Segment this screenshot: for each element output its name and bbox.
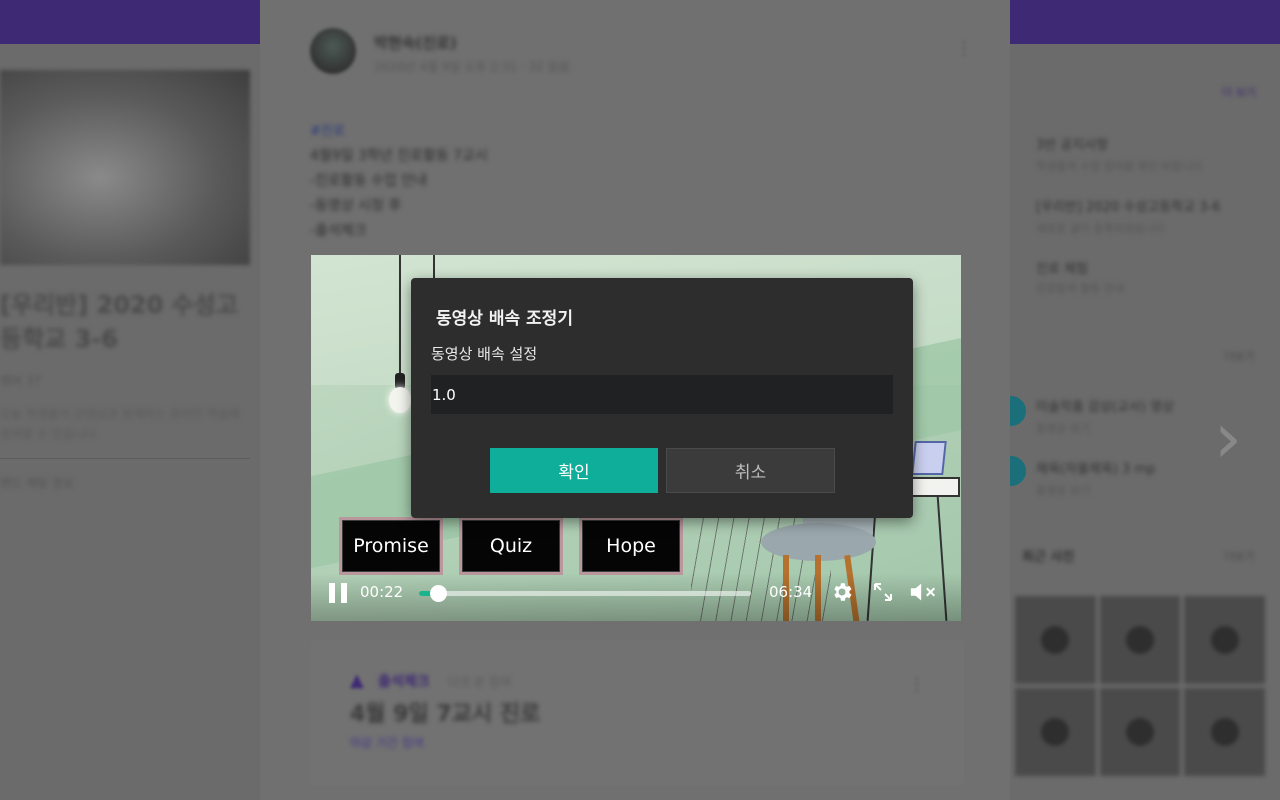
attendance-label: 출석체크 [378,674,430,690]
pause-icon[interactable] [329,583,347,603]
post-line: 4월9일 3학년 진로활동 7교시 [310,148,488,164]
right-item-sub: 진로탐색 활동 안내 [1036,282,1124,295]
more-options-icon[interactable]: ⋮ [908,674,926,695]
seek-handle[interactable] [429,585,447,602]
right-item-title[interactable]: 3반 공지사항 [1036,134,1108,153]
video-button-promise[interactable]: Promise [339,517,443,575]
gear-icon[interactable] [827,577,857,607]
more-options-icon[interactable]: ⋮ [955,38,973,59]
right-video-sub: 동영상 보기 [1036,422,1091,435]
chevron-right-icon[interactable]: › [1214,403,1242,473]
seek-bar[interactable] [419,585,751,602]
mute-icon[interactable] [909,577,939,607]
fullscreen-icon[interactable] [868,577,898,607]
right-video-title[interactable]: 미술작품 감상(교사) 영상 [1036,396,1174,415]
right-video-sub: 동영상 보기 [1036,484,1091,497]
attendance-title[interactable]: 4월 9일 7교시 진로 [350,696,540,728]
post-body: 4월9일 3학년 진로활동 7교시 -진로활동 수업 안내 -동영상 시청 후 … [310,144,488,244]
current-time: 00:22 [360,583,404,601]
divider [0,458,250,459]
dialog-title: 동영상 배속 조정기 [436,309,573,329]
post-tag[interactable]: #진로 [310,120,345,139]
video-controls: 00:22 06:34 [311,573,961,621]
lamp-cord [399,255,401,380]
photo-thumb[interactable] [1099,688,1181,776]
post-line: -진로활동 수업 안내 [310,173,427,189]
post-date: 2020년 4월 9일 오후 2:31 · 32 읽음 [374,60,570,74]
cancel-button[interactable]: 취소 [666,448,835,493]
band-description: 오늘 학생들이 선생님과 함께하는 온라인 학습에 참여할 수 있습니다 [0,407,240,441]
band-meta: 멤버 37 [0,374,42,388]
photo-thumb[interactable] [1184,688,1265,776]
author-avatar[interactable] [310,28,356,74]
band-cover-image[interactable] [0,70,250,265]
right-more-link-2[interactable]: 더보기 [1224,348,1254,364]
video-button-quiz[interactable]: Quiz [459,517,563,575]
speed-input[interactable] [431,375,893,414]
speed-field-label: 동영상 배속 설정 [431,345,538,363]
lamp-bulb [389,387,411,413]
right-more-link[interactable]: 더 보기 [1222,84,1256,100]
attendance-sub: 다섯 분 참여 [448,675,511,689]
photo-thumb[interactable] [1015,596,1096,684]
photo-thumb[interactable] [1099,596,1181,684]
post-line: -동영상 시청 후 [310,198,402,214]
laptop [911,441,947,475]
speed-dialog: 동영상 배속 조정기 동영상 배속 설정 확인 취소 [411,278,913,518]
photo-grid [1015,596,1265,776]
post-author[interactable]: 박현숙(진로) [374,32,457,53]
video-button-hope[interactable]: Hope [579,517,683,575]
band-more-link[interactable]: 밴드 채팅 정보 [0,474,74,491]
post-line: -출석체크 [310,223,367,239]
right-video-title[interactable]: 체육(자율체육) 3 mp [1036,458,1155,477]
photo-thumb[interactable] [1184,596,1265,684]
attendance-icon: ▲ [350,670,364,691]
right-item-title[interactable]: 진로 체험 [1036,258,1088,277]
right-more-link-3[interactable]: 더보기 [1224,548,1254,564]
photo-thumb[interactable] [1015,688,1096,776]
confirm-button[interactable]: 확인 [490,448,658,493]
right-item-sub: 학생들의 수업 참여를 확인 바랍니다 [1036,160,1202,173]
right-item-sub: 새로운 글이 등록되었습니다 [1036,222,1165,235]
right-item-title[interactable]: [우리반] 2020 수성고등학교 3-6 [1036,196,1221,215]
duration: 06:34 [769,583,813,601]
band-title[interactable]: [우리반] 2020 수성고등학교 3-6 [0,288,250,356]
attendance-link[interactable]: 마감 기간 참여 [350,734,424,751]
right-section-title: 최근 사진 [1022,550,1075,565]
